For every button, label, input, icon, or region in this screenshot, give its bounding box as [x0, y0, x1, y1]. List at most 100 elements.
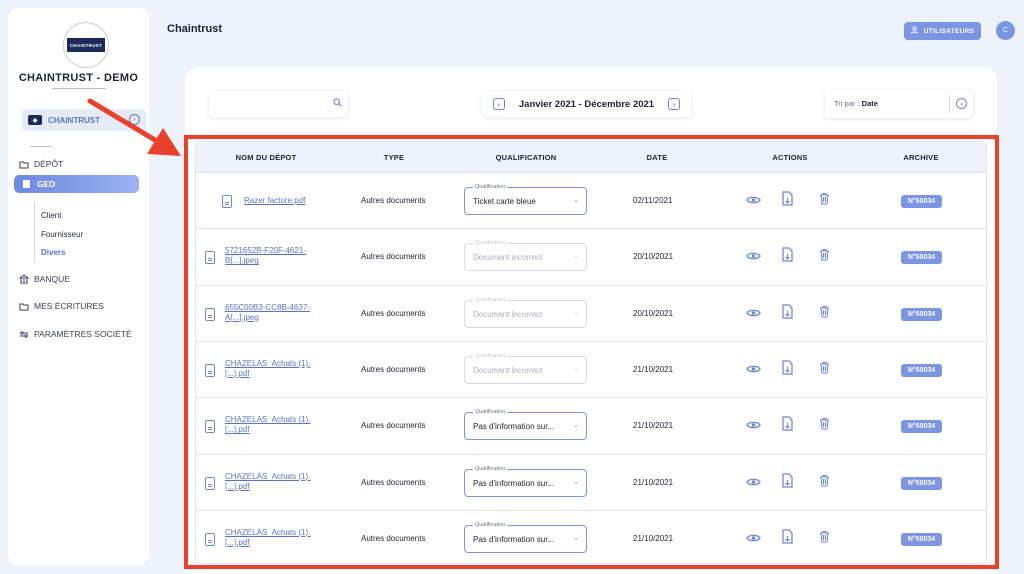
sidebar-subitem-divers[interactable]: Divers — [41, 248, 65, 257]
document-date: 21/10/2021 — [633, 533, 674, 543]
file-name-link[interactable]: CHAZELAS_Achats (1). [...].pdf — [225, 472, 310, 492]
company-selector-label: CHAINTRUST — [48, 115, 100, 125]
eye-icon[interactable] — [746, 362, 761, 377]
qualification-field-label: Qualification — [473, 352, 508, 359]
file-name-link[interactable]: 5721652B-F20F-4621- B[...].jpeg — [225, 246, 306, 266]
sidebar-subitem-client[interactable]: Client — [41, 211, 61, 220]
eye-icon[interactable] — [746, 418, 761, 433]
qualification-select[interactable]: Qualification Pas d'information sur... ⌄ — [464, 409, 587, 441]
table-row: 5721652B-F20F-4621- B[...].jpeg Autres d… — [196, 228, 986, 284]
search-icon[interactable] — [333, 98, 342, 109]
table-row: CHAZELAS_Achats (1). [...].pdf Autres do… — [196, 397, 986, 453]
trash-icon[interactable] — [819, 361, 830, 377]
users-icon — [910, 26, 920, 36]
eye-icon[interactable] — [746, 193, 761, 208]
eye-icon[interactable] — [746, 306, 761, 321]
company-selector[interactable]: ◆ CHAINTRUST › — [22, 109, 146, 131]
column-header[interactable]: TYPE — [364, 153, 424, 162]
file-name-link[interactable]: CHAZELAS_Achats (1). [...].pdf — [225, 415, 310, 435]
file-name-line: A[...].jpeg — [225, 312, 259, 322]
qualification-select[interactable]: Qualification Pas d'information sur... ⌄ — [464, 521, 587, 553]
download-document-icon[interactable] — [782, 416, 794, 434]
chevron-down-icon: ⌄ — [573, 422, 579, 430]
qualification-value: Document incorrect — [473, 309, 543, 319]
eye-icon[interactable] — [746, 531, 761, 546]
sort-selector[interactable]: Tri par : Date ⌄ — [825, 90, 973, 118]
chevron-left-icon[interactable]: ‹ — [493, 98, 505, 110]
file-name-link[interactable]: 655C00B3-CC8B-4637- A[...].jpeg — [225, 303, 310, 323]
download-document-icon[interactable] — [782, 191, 794, 209]
qualification-value: Pas d'information sur... — [473, 534, 555, 544]
download-document-icon[interactable] — [782, 247, 794, 265]
table-row: CHAZELAS_Achats (1). [...].pdf Autres do… — [196, 340, 986, 397]
sidebar-item-parametres[interactable]: PARAMÈTRES SOCIÉTÉ — [19, 326, 132, 342]
chevron-right-icon[interactable]: › — [668, 98, 680, 110]
eye-icon[interactable] — [746, 249, 761, 264]
company-logo: CHAINTRUST — [63, 22, 109, 68]
qualification-value: Pas d'information sur... — [473, 478, 555, 488]
chevron-down-icon: ⌄ — [573, 365, 579, 373]
sidebar-item-depot[interactable]: DÉPÔT — [19, 156, 63, 172]
qualification-field-label: Qualification — [473, 465, 508, 472]
download-document-icon[interactable] — [782, 529, 794, 547]
column-header[interactable]: DATE — [632, 153, 682, 162]
qualification-select[interactable]: Qualification Ticket carte bleue ⌄ — [464, 184, 587, 215]
download-document-icon[interactable] — [782, 303, 794, 322]
trash-icon[interactable] — [819, 192, 830, 208]
file-icon — [222, 195, 232, 208]
sidebar-item-banque[interactable]: BANQUE — [19, 271, 70, 287]
sidebar-item-mes-ecritures[interactable]: MES ÉCRITURES — [19, 298, 104, 314]
chevron-down-icon: ⌄ — [573, 309, 579, 317]
file-name-link[interactable]: CHAZELAS_Achats (1). [...].pdf — [225, 528, 310, 548]
column-header[interactable]: ARCHIVE — [891, 153, 951, 162]
chevron-right-icon[interactable]: › — [129, 114, 140, 125]
document-date: 20/10/2021 — [633, 308, 674, 318]
document-type: Autres documents — [361, 421, 426, 431]
column-header[interactable]: QUALIFICATION — [476, 153, 576, 162]
document-type: Autres documents — [361, 533, 426, 543]
qualification-select[interactable]: Qualification Pas d'information sur... ⌄ — [464, 465, 587, 497]
column-header[interactable]: ACTIONS — [760, 153, 820, 162]
search-input[interactable] — [209, 91, 319, 117]
sliders-icon — [19, 329, 29, 339]
trash-icon[interactable] — [819, 305, 830, 321]
archive-badge: N°50034 — [901, 307, 942, 321]
column-header[interactable]: NOM DU DÉPOT — [226, 153, 306, 162]
avatar[interactable]: C — [996, 21, 1015, 40]
file-name-line: [...].pdf — [225, 481, 250, 491]
bank-icon — [19, 274, 29, 284]
search-box[interactable] — [209, 91, 348, 117]
qualification-field-label: Qualification — [473, 521, 508, 528]
file-name-line: 655C00B3-CC8B-4637- — [225, 302, 310, 312]
users-button[interactable]: UTILISATEURS — [904, 22, 981, 40]
file-name-link[interactable]: Razer facture.pdf — [244, 196, 305, 206]
folder-sync-icon — [19, 301, 29, 311]
file-icon — [205, 476, 215, 490]
file-name-link[interactable]: CHAZELAS_Achats (1). [...].pdf — [225, 359, 310, 379]
sidebar-item-label: GED — [37, 179, 56, 189]
qualification-field-label: Qualification — [473, 409, 508, 416]
download-document-icon[interactable] — [782, 360, 794, 378]
trash-icon[interactable] — [819, 417, 830, 433]
qualification-value: Document incorrect — [473, 365, 543, 375]
document-type: Autres documents — [361, 364, 426, 374]
file-icon — [205, 532, 215, 546]
sidebar-item-ged[interactable]: GED — [14, 175, 139, 193]
users-button-label: UTILISATEURS — [923, 27, 975, 35]
file-name-line: [...].pdf — [225, 368, 250, 378]
trash-icon[interactable] — [819, 248, 830, 264]
submenu-line — [34, 201, 35, 261]
sidebar-item-label: PARAMÈTRES SOCIÉTÉ — [34, 329, 132, 339]
divider — [949, 95, 950, 113]
qualification-field-label: Qualification — [473, 240, 508, 247]
file-name-line: CHAZELAS_Achats (1). — [225, 415, 311, 425]
file-name-line: CHAZELAS_Achats (1). — [225, 527, 311, 537]
download-document-icon[interactable] — [782, 472, 794, 491]
trash-icon[interactable] — [819, 530, 830, 546]
sort-label-text: Tri par : — [834, 99, 862, 108]
trash-icon[interactable] — [819, 474, 830, 490]
qualification-value: Ticket carte bleue — [473, 197, 536, 206]
sidebar-subitem-fournisseur[interactable]: Fournisseur — [41, 230, 83, 239]
eye-icon[interactable] — [746, 475, 761, 490]
chevron-down-icon[interactable]: ⌄ — [956, 98, 967, 109]
